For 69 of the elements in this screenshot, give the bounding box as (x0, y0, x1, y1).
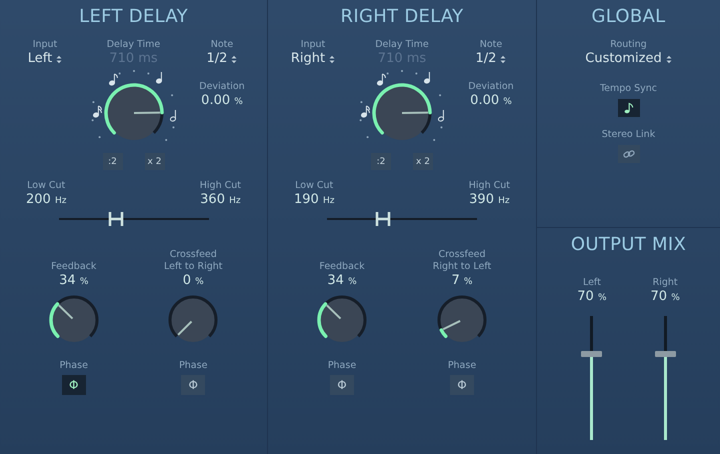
field-label: Input (32, 39, 58, 51)
divide-button[interactable]: :2 (371, 153, 391, 170)
field-label: Phase (448, 360, 476, 372)
field-label: Crossfeed (438, 249, 486, 261)
field-label: Feedback (51, 261, 96, 273)
multiply-button[interactable]: x 2 (413, 153, 433, 170)
updown-icon (56, 54, 62, 64)
updown-icon (666, 54, 672, 64)
field-label: Stereo Link (602, 129, 656, 141)
field-label: Crossfeed (170, 249, 217, 261)
cut-slider-handle[interactable] (374, 210, 390, 228)
multiply-button[interactable]: x 2 (144, 153, 164, 170)
field-label: High Cut (200, 180, 241, 192)
phase-button[interactable]: Φ (450, 375, 474, 395)
section-title: RIGHT DELAY (340, 6, 464, 27)
phase-button[interactable]: Φ (330, 375, 354, 395)
input-dropdown[interactable]: Left (28, 51, 62, 67)
high-cut-value: 390 Hz (469, 192, 510, 209)
fader-value: 70 % (650, 289, 680, 306)
section-title: OUTPUT MIX (570, 234, 686, 255)
field-label: Note (210, 39, 234, 51)
field-label: Low Cut (27, 180, 66, 192)
knob-value: 7 % (452, 273, 472, 290)
field-label: Tempo Sync (600, 83, 658, 95)
field-label: Left (582, 277, 601, 289)
field-label: Phase (179, 360, 208, 372)
field-label: High Cut (468, 180, 510, 192)
updown-icon (329, 54, 336, 64)
input-dropdown[interactable]: Right (290, 51, 336, 67)
knob-value: 0 % (182, 273, 204, 290)
fader-thumb[interactable] (654, 351, 676, 358)
stereo-link-button[interactable] (618, 145, 640, 163)
phase-button[interactable]: Φ (62, 375, 86, 395)
field-label: Phase (328, 360, 356, 372)
field-label: Deviation (468, 81, 514, 93)
knob-value: 34 % (59, 273, 88, 290)
note-dropdown[interactable]: 1/2 (476, 51, 506, 67)
field-label: Delay Time (106, 39, 160, 51)
field-label: Input (300, 39, 326, 51)
note-dropdown[interactable]: 1/2 (206, 51, 238, 67)
section-title: GLOBAL (592, 6, 666, 27)
field-label: Delay Time (375, 39, 429, 51)
tempo-sync-button[interactable] (618, 99, 640, 117)
note-icon (624, 102, 634, 114)
phase-button[interactable]: Φ (181, 375, 206, 395)
field-label: Low Cut (295, 180, 334, 192)
updown-icon (231, 54, 238, 64)
field-label: Right (652, 277, 678, 289)
link-icon (622, 149, 634, 159)
divide-button[interactable]: :2 (102, 153, 122, 170)
cut-slider-handle[interactable] (108, 210, 124, 228)
field-label: Routing (610, 39, 647, 51)
field-label: Left to Right (164, 261, 222, 273)
deviation-value: 0.00 % (470, 93, 512, 110)
fader-thumb[interactable] (581, 351, 602, 358)
field-label: Phase (60, 360, 88, 372)
knob-value: 34 % (327, 273, 357, 290)
low-cut-value: 190 Hz (294, 192, 334, 209)
deviation-value: 0.00 % (201, 93, 243, 110)
fader-value: 70 % (577, 289, 606, 306)
field-label: Deviation (199, 81, 245, 93)
low-cut-value: 200 Hz (26, 192, 66, 209)
routing-dropdown[interactable]: Customized (585, 51, 672, 67)
field-label: Feedback (319, 261, 365, 273)
updown-icon (500, 54, 506, 64)
field-label: Note (480, 39, 502, 51)
field-label: Right to Left (432, 261, 492, 273)
section-title: LEFT DELAY (79, 6, 188, 27)
high-cut-value: 360 Hz (200, 192, 241, 209)
